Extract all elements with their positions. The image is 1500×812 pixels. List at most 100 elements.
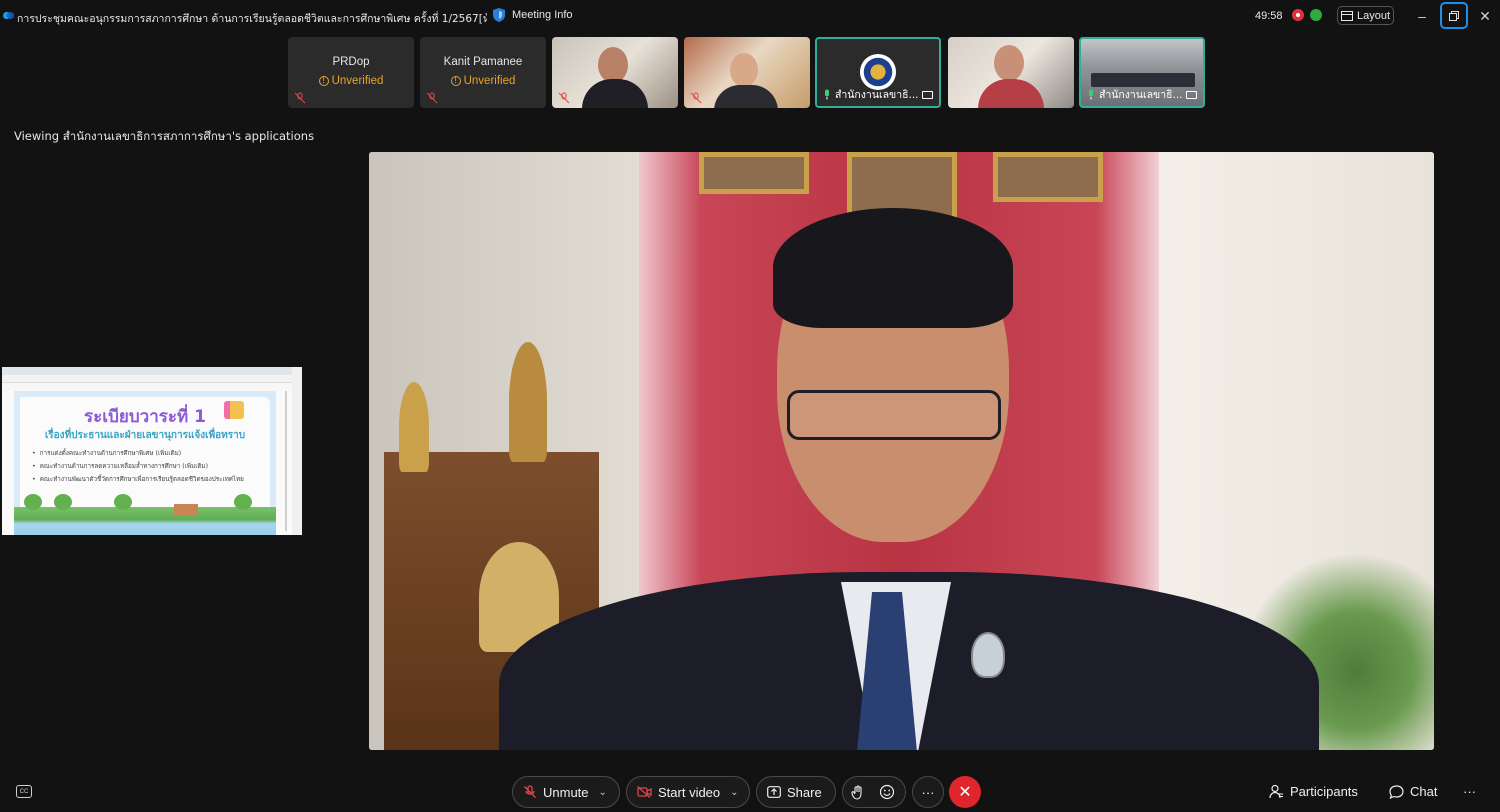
close-button[interactable]: ✕	[1472, 4, 1498, 28]
mic-muted-icon	[426, 92, 438, 104]
closed-captions-button[interactable]: CC	[16, 785, 32, 798]
minimize-button[interactable]: –	[1409, 4, 1435, 28]
screen-share-icon	[1186, 90, 1197, 99]
participant-body	[582, 79, 648, 108]
browser-tab-bar	[2, 367, 302, 375]
share-button[interactable]: Share	[756, 776, 836, 808]
share-screen-icon	[767, 786, 781, 798]
participant-name: สำนักงานเลขาธิ...	[1098, 89, 1183, 101]
shared-screen-view[interactable]: ระเบียบวาระที่ 1 เรื่องที่ประธานและฝ่ายเ…	[2, 367, 302, 535]
raise-hand-icon[interactable]	[851, 784, 865, 800]
participant-logo-tile[interactable]: สำนักงานเลขาธิ...	[815, 37, 941, 108]
close-icon: ✕	[958, 784, 972, 801]
slide-bullet-list: การแต่งตั้งคณะทำงานด้านการศึกษาพิเศษ (เพ…	[32, 447, 262, 486]
participant-tile[interactable]: PRDop ! Unverified	[288, 37, 414, 108]
participant-label: สำนักงานเลขาธิ...	[1087, 86, 1197, 103]
reactions-group	[842, 776, 906, 808]
speaker-pin	[971, 632, 1005, 678]
participant-room-tile[interactable]: สำนักงานเลขาธิ...	[1079, 37, 1205, 108]
browser-address-bar	[2, 375, 302, 383]
status-label: Unverified	[331, 75, 384, 87]
presentation-slide: ระเบียบวาระที่ 1 เรื่องที่ประธานและฝ่ายเ…	[14, 391, 276, 535]
participant-label: สำนักงานเลขาธิ...	[823, 86, 933, 103]
restore-button[interactable]	[1440, 2, 1468, 29]
screen-share-icon	[922, 90, 933, 99]
overflow-menu-button[interactable]: ···	[1463, 784, 1476, 799]
layout-label: Layout	[1356, 9, 1391, 22]
participant-face	[598, 47, 628, 83]
restore-icon	[1449, 10, 1459, 21]
participant-face	[994, 45, 1024, 81]
mic-on-icon	[1088, 89, 1093, 100]
slide-bullet: การแต่งตั้งคณะทำงานด้านการศึกษาพิเศษ (เพ…	[32, 447, 262, 460]
participant-name: PRDop	[332, 56, 370, 68]
browser-toolbar	[2, 383, 302, 391]
meeting-timer: 49:58	[1255, 10, 1283, 22]
leave-meeting-button[interactable]: ✕	[949, 776, 981, 808]
chevron-down-icon[interactable]: ⌄	[730, 787, 738, 798]
participant-video-tile[interactable]	[684, 37, 810, 108]
chat-icon	[1389, 784, 1404, 799]
slide-tree	[234, 494, 252, 510]
participants-label: Participants	[1290, 784, 1358, 799]
more-options-button[interactable]: ···	[912, 776, 944, 808]
wall-frame	[993, 152, 1103, 202]
slide-tree	[114, 494, 132, 510]
shrine-ornament	[509, 342, 547, 462]
shrine-ornament	[399, 382, 429, 472]
camera-off-icon	[637, 786, 652, 798]
participant-video-tile[interactable]	[552, 37, 678, 108]
share-label: Share	[787, 784, 822, 800]
participant-body	[714, 85, 778, 108]
participant-status: ! Unverified	[420, 75, 546, 87]
megaphone-icon	[224, 401, 244, 419]
chat-button[interactable]: Chat	[1389, 784, 1437, 799]
participant-name: สำนักงานเลขาธิ...	[834, 89, 919, 101]
unmute-button[interactable]: Unmute ⌄	[512, 776, 620, 808]
status-label: Unverified	[463, 75, 516, 87]
wall-frame	[699, 152, 809, 194]
mic-muted-icon	[558, 92, 570, 104]
layout-icon	[1340, 10, 1353, 21]
mic-muted-icon	[524, 785, 536, 798]
participant-name: Kanit Pamanee	[443, 56, 523, 68]
slide-landscape	[14, 507, 276, 535]
speaker-glasses	[787, 390, 1001, 440]
warning-icon: !	[318, 76, 329, 86]
mic-muted-icon	[690, 92, 702, 104]
slide-bullet: คณะทำงานด้านการลดความเหลื่อมล้ำทางการศึก…	[32, 460, 262, 473]
slide-house	[174, 504, 198, 516]
participant-body	[978, 79, 1044, 108]
active-speaker-video[interactable]	[369, 152, 1434, 750]
participants-button[interactable]: Participants	[1269, 784, 1358, 799]
participant-tile[interactable]: Kanit Pamanee ! Unverified	[420, 37, 546, 108]
slide-tree	[24, 494, 42, 510]
slide-tree	[54, 494, 72, 510]
recording-icon[interactable]	[1292, 9, 1304, 21]
meeting-info-button[interactable]: Meeting Info	[492, 7, 573, 23]
start-video-label: Start video	[658, 784, 721, 800]
browser-sidebar	[292, 367, 302, 535]
reaction-emoji-icon[interactable]	[879, 784, 895, 800]
meeting-title: การประชุมคณะอนุกรรมการสภาการศึกษา ด้านกา…	[17, 13, 487, 25]
participant-status: ! Unverified	[288, 75, 414, 87]
webex-logo-icon	[3, 11, 14, 20]
shared-screen-scrollbar	[285, 391, 287, 531]
participant-face	[730, 53, 758, 87]
mic-on-icon	[824, 89, 829, 100]
viewing-share-label: Viewing สำนักงานเลขาธิการสภาการศึกษา's a…	[14, 129, 315, 143]
unmute-label: Unmute	[543, 784, 589, 800]
layout-button[interactable]: Layout	[1337, 6, 1394, 25]
start-video-button[interactable]: Start video ⌄	[626, 776, 750, 808]
participants-icon	[1269, 784, 1283, 799]
shield-icon	[493, 8, 505, 22]
meeting-info-label: Meeting Info	[512, 9, 573, 21]
title-bar: การประชุมคณะอนุกรรมการสภาการศึกษา ด้านกา…	[0, 0, 1500, 32]
mic-muted-icon	[294, 92, 306, 104]
connection-status-icon[interactable]	[1310, 9, 1322, 21]
participant-video-tile[interactable]	[948, 37, 1074, 108]
chevron-down-icon[interactable]: ⌄	[599, 787, 607, 798]
speaker-hair	[773, 208, 1013, 328]
slide-bullet: คณะทำงานพัฒนาตัวชี้วัดการศึกษาเพื่อการเร…	[32, 473, 262, 486]
slide-subtitle: เรื่องที่ประธานและฝ่ายเลขานุการแจ้งเพื่อ…	[44, 430, 246, 441]
